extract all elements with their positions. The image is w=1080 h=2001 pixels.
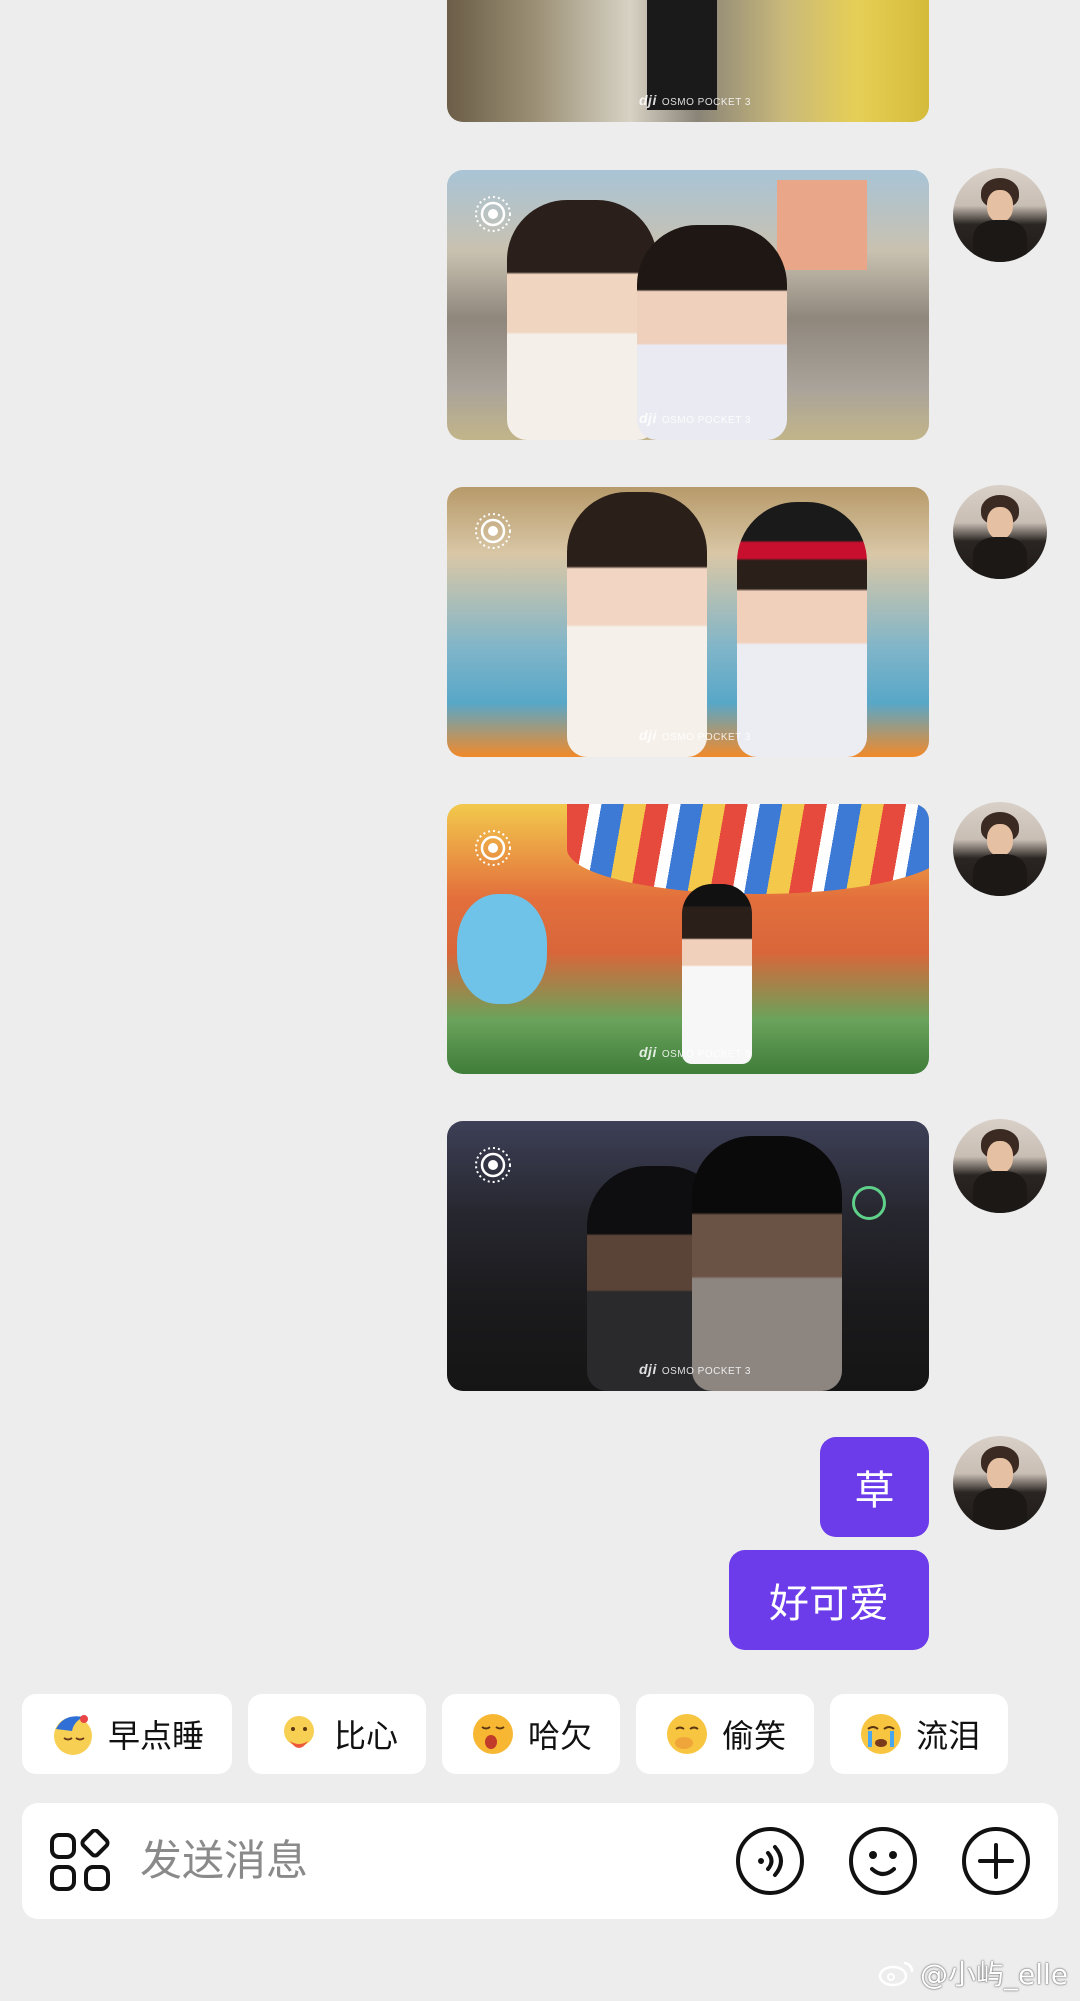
avatar-face [987,1141,1013,1173]
live-photo-icon [475,1147,511,1183]
avatar-body [973,220,1027,262]
quick-reply-bar: 早点睡 比心 哈欠 偷笑 流泪 [22,1694,1009,1774]
quick-reply-label: 哈欠 [528,1717,593,1755]
quick-reply-chip[interactable]: 流泪 [830,1694,1009,1774]
weibo-watermark: @小屿_elle [878,1953,1068,1993]
avatar[interactable] [953,1119,1047,1213]
quick-reply-chip[interactable]: 偷笑 [636,1694,815,1774]
quick-reply-label: 早点睡 [108,1717,205,1755]
avatar-body [973,1488,1027,1530]
avatar-face [987,824,1013,856]
crying-emoji-icon [861,1714,902,1754]
chat-screen: dji OSMO POCKET 3 dji OSMO POCKET 3 dji OSM… [0,0,1080,2001]
photo-umbrella [567,804,929,894]
photo-message[interactable]: dji OSMO POCKET 3 [447,487,929,757]
message-text: 草 [854,1468,895,1514]
avatar-body [973,854,1027,896]
avatar[interactable] [953,168,1047,262]
photo-watermark: dji OSMO POCKET 3 [639,1361,751,1377]
live-photo-icon [475,830,511,866]
avatar[interactable] [953,485,1047,579]
avatar[interactable] [953,1436,1047,1530]
photo-building [777,180,867,270]
avatar-body [973,1171,1027,1213]
avatar-face [987,190,1013,222]
yawn-emoji-icon [473,1714,514,1754]
photo-subject [567,492,707,757]
weibo-logo-icon [878,1961,914,1987]
quick-reply-chip[interactable]: 比心 [248,1694,427,1774]
add-button[interactable] [960,1825,1032,1897]
avatar-body [973,537,1027,579]
message-bubble[interactable]: 好可爱 [729,1550,929,1650]
quick-reply-chip[interactable]: 哈欠 [442,1694,621,1774]
photo-subject [692,1136,842,1391]
photo-message[interactable]: dji OSMO POCKET 3 [447,0,929,122]
apps-grid-icon[interactable] [48,1829,112,1893]
photo-message[interactable]: dji OSMO POCKET 3 [447,804,929,1074]
photo-ferris-wheel [852,1186,886,1220]
emoji-button[interactable] [847,1825,919,1897]
photo-watermark: dji OSMO POCKET 3 [639,1044,751,1060]
giggle-emoji-icon [667,1714,708,1754]
quick-reply-chip[interactable]: 早点睡 [22,1694,233,1774]
photo-watermark: dji OSMO POCKET 3 [639,727,751,743]
message-input-bar: 发送消息 [22,1803,1058,1919]
weibo-handle: @小屿_elle [919,1958,1068,1991]
live-photo-icon [475,196,511,232]
voice-button[interactable] [734,1825,806,1897]
heart-hands-emoji-icon [284,1716,315,1748]
quick-reply-label: 比心 [334,1717,399,1755]
photo-message[interactable]: dji OSMO POCKET 3 [447,1121,929,1391]
sleepy-moon-emoji-icon [54,1715,92,1755]
quick-reply-label: 流泪 [916,1717,981,1755]
photo-watermark: dji OSMO POCKET 3 [639,410,751,426]
photo-subject [682,884,752,1064]
photo-message[interactable]: dji OSMO POCKET 3 [447,170,929,440]
avatar-face [987,1458,1013,1490]
message-input[interactable]: 发送消息 [140,1833,308,1889]
message-bubble[interactable]: 草 [820,1437,929,1537]
photo-subject [507,200,657,440]
photo-decoration [457,894,547,1004]
avatar-face [987,507,1013,539]
photo-subject [737,502,867,757]
photo-subject [637,225,787,440]
quick-reply-label: 偷笑 [722,1717,787,1755]
photo-watermark: dji OSMO POCKET 3 [639,92,751,108]
message-text: 好可爱 [769,1581,889,1627]
avatar[interactable] [953,802,1047,896]
live-photo-icon [475,513,511,549]
